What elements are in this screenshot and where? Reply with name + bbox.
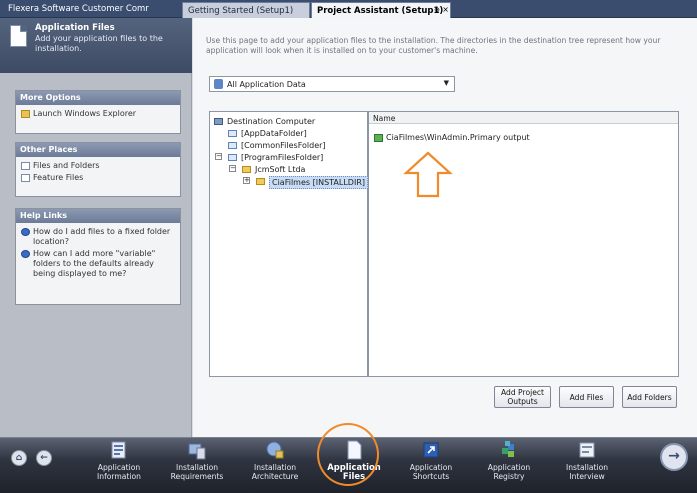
page-icon	[21, 174, 30, 182]
page-description: Use this page to add your application fi…	[206, 36, 661, 55]
page-icon	[21, 162, 30, 170]
tree-label-selected: CiaFilmes [INSTALLDIR]	[269, 176, 368, 189]
nav-label: Installation Interview	[565, 463, 609, 481]
link-label: How can I add more "variable" folders to…	[33, 249, 156, 278]
sidebar: Application Files Add your application f…	[0, 18, 192, 437]
add-files-button[interactable]: Add Files	[559, 386, 614, 408]
nav-installation-requirements[interactable]: Installation Requirements	[162, 440, 232, 481]
application-shortcuts-icon	[423, 442, 439, 458]
nav-label: Application Registry	[487, 463, 531, 481]
view-filter-dropdown[interactable]: All Application Data ▼	[209, 76, 455, 92]
column-header-name[interactable]: Name	[369, 112, 678, 124]
application-information-icon	[111, 441, 126, 459]
tree-label: [ProgramFilesFolder]	[241, 153, 324, 162]
application-files-icon	[10, 25, 27, 47]
folder-icon	[21, 110, 30, 118]
tab-project-assistant[interactable]: Project Assistant (Setup1) ⊕ ×	[311, 2, 451, 18]
launch-windows-explorer-link[interactable]: Launch Windows Explorer	[21, 109, 175, 119]
tree-label: [CommonFilesFolder]	[241, 141, 326, 150]
more-options-panel: More Options Launch Windows Explorer	[15, 90, 181, 134]
tree-label: Destination Computer	[227, 117, 316, 126]
other-places-panel: Other Places Files and Folders Feature F…	[15, 142, 181, 197]
add-project-outputs-button[interactable]: Add Project Outputs	[494, 386, 551, 408]
back-icon[interactable]: ←	[36, 450, 52, 466]
installation-architecture-icon	[266, 441, 284, 459]
nav-label: Installation Requirements	[170, 463, 224, 481]
title-bar: Flexera Software Customer Comr Getting S…	[0, 0, 697, 18]
help-icon	[21, 250, 30, 258]
folder-icon	[228, 142, 237, 149]
folder-icon	[228, 130, 237, 137]
close-icon[interactable]: ×	[442, 5, 449, 14]
help-icon	[21, 228, 30, 236]
add-folders-button[interactable]: Add Folders	[622, 386, 677, 408]
computer-icon	[214, 118, 223, 125]
link-label: Files and Folders	[33, 161, 100, 170]
tree-label: [AppDataFolder]	[241, 129, 307, 138]
sidebar-title: Application Files	[35, 23, 115, 33]
panel-title: Help Links	[16, 209, 180, 223]
installation-interview-icon	[579, 442, 595, 458]
collapse-icon[interactable]: −	[215, 153, 222, 160]
tab-label: Project Assistant (Setup1)	[317, 6, 444, 16]
tree-label: JcmSoft Ltda	[255, 165, 306, 174]
application-data-icon	[214, 79, 223, 89]
dropdown-value: All Application Data	[227, 80, 306, 89]
home-icon[interactable]: ⌂	[11, 450, 27, 466]
application-registry-icon	[502, 441, 514, 457]
app-title: Flexera Software Customer Comr	[8, 4, 149, 14]
files-and-folders-link[interactable]: Files and Folders	[21, 161, 175, 171]
folder-icon	[228, 154, 237, 161]
feature-files-link[interactable]: Feature Files	[21, 173, 175, 183]
panel-title: More Options	[16, 91, 180, 105]
tab-getting-started[interactable]: Getting Started (Setup1)	[182, 2, 310, 18]
link-label: Launch Windows Explorer	[33, 109, 137, 118]
link-label: Feature Files	[33, 173, 84, 182]
panel-title: Other Places	[16, 143, 180, 157]
nav-label: Installation Architecture	[251, 463, 299, 481]
help-link-fixed-folder[interactable]: How do I add files to a fixed folder loc…	[21, 227, 175, 247]
up-arrow-annotation-icon	[403, 151, 453, 198]
nav-label: Application Information	[97, 463, 141, 481]
highlight-circle-annotation	[317, 423, 379, 486]
installdir-folder-icon	[256, 178, 265, 185]
nav-application-shortcuts[interactable]: Application Shortcuts	[396, 440, 466, 481]
nav-label: Application Shortcuts	[409, 463, 453, 481]
sidebar-description: Add your application files to the instal…	[35, 34, 163, 53]
sidebar-header: Application Files Add your application f…	[0, 18, 192, 73]
destination-tree[interactable]: Destination Computer [AppDataFolder] [Co…	[209, 111, 368, 377]
nav-application-registry[interactable]: Application Registry	[474, 440, 544, 481]
help-links-panel: Help Links How do I add files to a fixed…	[15, 208, 181, 305]
nav-installation-architecture[interactable]: Installation Architecture	[240, 440, 310, 481]
list-item-label: CiaFilmes\WinAdmin.Primary output	[386, 133, 530, 142]
nav-installation-interview[interactable]: Installation Interview	[552, 440, 622, 481]
folder-icon	[242, 166, 251, 173]
main-content: Use this page to add your application fi…	[193, 18, 697, 437]
collapse-icon[interactable]: −	[229, 165, 236, 172]
tab-label: Getting Started (Setup1)	[188, 6, 294, 16]
primary-output-icon	[374, 134, 383, 142]
chevron-down-icon: ▼	[443, 79, 449, 87]
nav-application-information[interactable]: Application Information	[84, 440, 154, 481]
pin-icon[interactable]: ⊕	[434, 6, 440, 14]
help-link-variable-folders[interactable]: How can I add more "variable" folders to…	[21, 249, 175, 279]
expand-icon[interactable]: +	[243, 177, 250, 184]
link-label: How do I add files to a fixed folder loc…	[33, 227, 171, 246]
next-arrow-icon[interactable]: →	[660, 443, 688, 471]
installation-requirements-icon	[188, 443, 206, 460]
